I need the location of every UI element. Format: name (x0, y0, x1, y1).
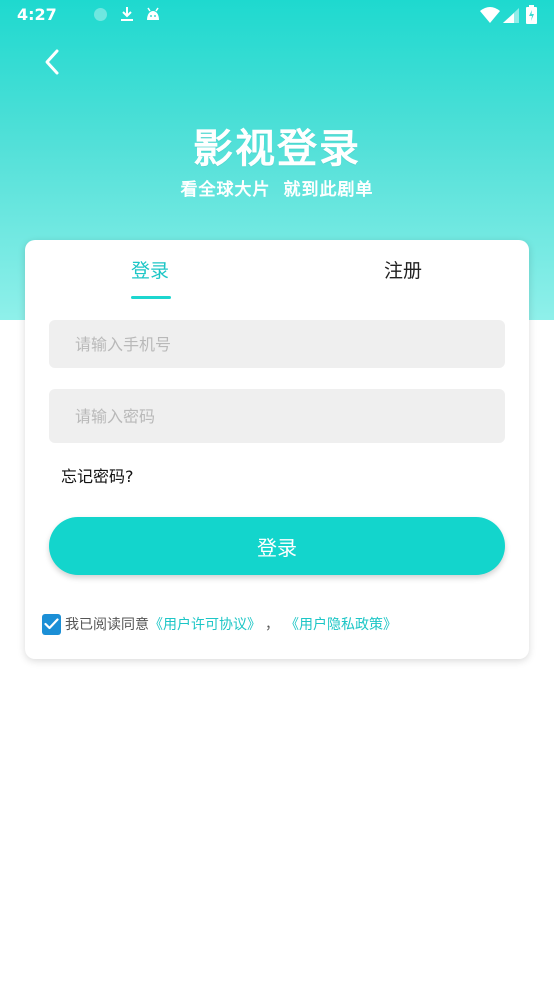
agreement-row: 我已阅读同意 《用户许可协议》 ， 《用户隐私政策》 (42, 612, 397, 636)
battery-icon (526, 5, 537, 28)
back-button[interactable] (34, 44, 70, 80)
page-title: 影视登录 (193, 126, 361, 172)
tab-active-indicator (131, 296, 171, 299)
download-icon (120, 6, 134, 26)
tab-register[interactable]: 注册 (384, 256, 422, 283)
page-subtitle: 看全球大片 就到此剧单 (180, 180, 374, 200)
login-button[interactable]: 登录 (49, 517, 505, 575)
agree-checkbox[interactable] (42, 613, 61, 635)
status-dot-icon (94, 8, 107, 21)
tab-login[interactable]: 登录 (131, 256, 169, 283)
agreement-separator: ， (265, 617, 279, 633)
agreement-prefix: 我已阅读同意 (65, 617, 149, 633)
phone-input[interactable] (49, 320, 505, 368)
android-icon (145, 6, 161, 26)
privacy-link[interactable]: 《用户隐私政策》 (285, 614, 397, 634)
login-screen: 4:27 影视登录 看全球大片 就到此剧单 登录 注册 忘记密码? 登录 (0, 0, 554, 984)
terms-link[interactable]: 《用户许可协议》 (149, 614, 261, 634)
status-time: 4:27 (17, 5, 57, 24)
check-icon (44, 618, 59, 630)
back-arrow-icon (45, 49, 59, 75)
password-input[interactable] (49, 389, 505, 443)
signal-icon (503, 8, 519, 27)
forgot-password-link[interactable]: 忘记密码? (61, 463, 134, 487)
status-bar: 4:27 (0, 0, 554, 30)
wifi-icon (480, 7, 500, 27)
login-card: 登录 注册 忘记密码? 登录 我已阅读同意 《用户许可协议》 ， 《用户隐私政策… (25, 240, 529, 659)
